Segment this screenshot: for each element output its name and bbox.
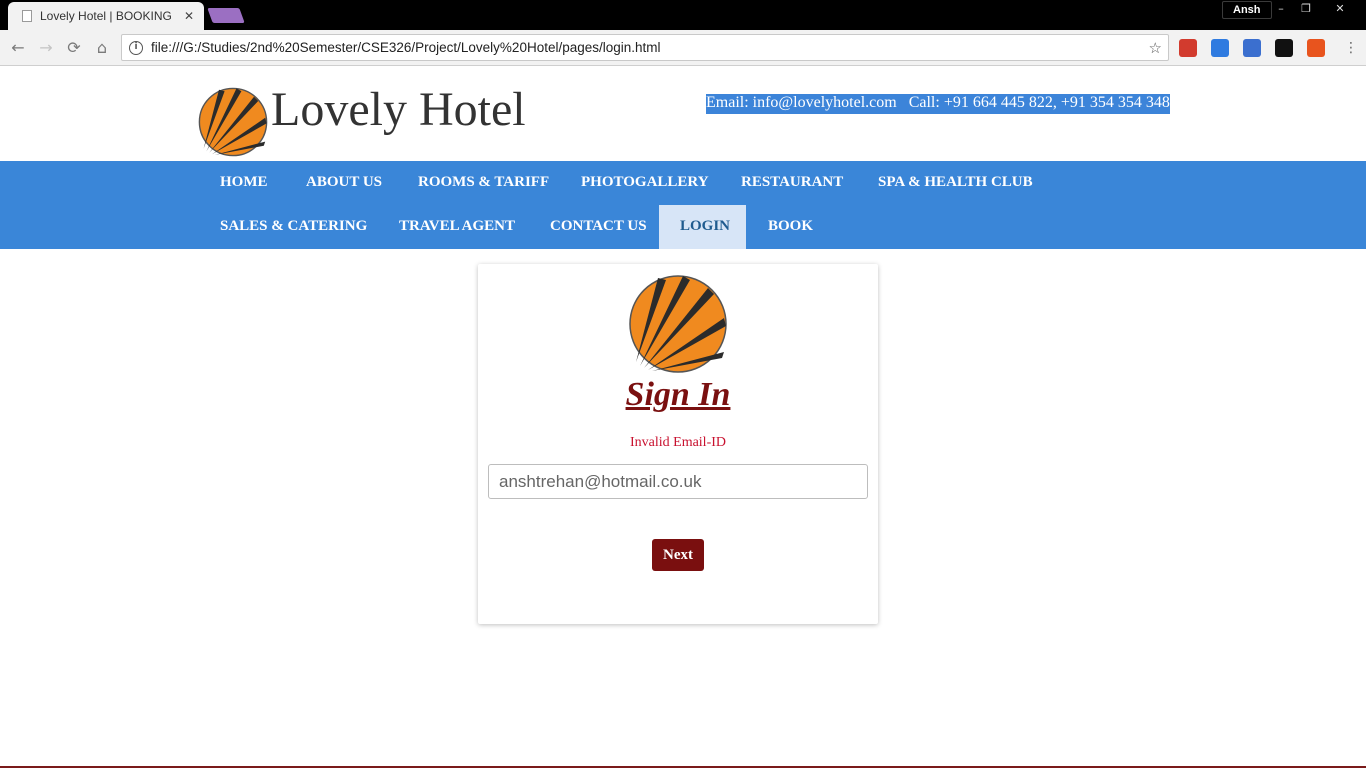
next-button[interactable]: Next xyxy=(652,539,704,571)
sign-in-heading: Sign In xyxy=(625,376,731,413)
nav-restaurant[interactable]: RESTAURANT xyxy=(720,161,864,205)
restore-icon[interactable]: ❐ xyxy=(1291,0,1321,20)
close-window-icon[interactable]: ✕ xyxy=(1325,0,1355,20)
sync-extension-icon[interactable] xyxy=(1243,39,1261,57)
fire-extension-icon[interactable] xyxy=(1307,39,1325,57)
contact-info: Email: info@lovelyhotel.com Call: +91 664… xyxy=(706,94,1170,114)
url-text[interactable]: file:///G:/Studies/2nd%20Semester/CSE326… xyxy=(151,40,1149,55)
back-icon[interactable]: ← xyxy=(6,36,30,60)
hotel-logo-icon[interactable] xyxy=(198,87,268,157)
tab-title: Lovely Hotel | BOOKING xyxy=(40,9,172,23)
browser-menu-icon[interactable]: ⋮ xyxy=(1344,38,1358,58)
nav-travel-agent[interactable]: TRAVEL AGENT xyxy=(378,205,536,249)
contact-email: Email: info@lovelyhotel.com xyxy=(706,94,897,111)
nav-spa-health-club[interactable]: SPA & HEALTH CLUB xyxy=(857,161,1054,205)
new-tab-button[interactable] xyxy=(207,8,245,23)
square-extension-icon[interactable] xyxy=(1275,39,1293,57)
main-navbar: HOME ABOUT US ROOMS & TARIFF PHOTOGALLER… xyxy=(0,161,1366,249)
contact-phone: Call: +91 664 445 822, +91 354 354 348 xyxy=(908,94,1170,111)
nav-sales-catering[interactable]: SALES & CATERING xyxy=(199,205,388,249)
email-field[interactable] xyxy=(488,464,868,499)
browser-tab[interactable]: Lovely Hotel | BOOKING ✕ xyxy=(8,2,204,30)
login-card: Sign In Invalid Email-ID Next xyxy=(478,264,878,624)
nav-rooms-tariff[interactable]: ROOMS & TARIFF xyxy=(397,161,570,205)
bookmark-star-icon[interactable]: ☆ xyxy=(1149,39,1162,57)
reload-icon[interactable]: ⟳ xyxy=(62,36,86,60)
nav-photogallery[interactable]: PHOTOGALLERY xyxy=(560,161,730,205)
nav-book[interactable]: BOOK xyxy=(747,205,834,249)
profile-button[interactable]: Ansh xyxy=(1222,1,1272,19)
address-bar[interactable]: i file:///G:/Studies/2nd%20Semester/CSE3… xyxy=(121,34,1169,61)
stop-hand-extension-icon[interactable] xyxy=(1179,39,1197,57)
forward-icon[interactable]: → xyxy=(34,36,58,60)
info-icon[interactable]: i xyxy=(129,40,143,55)
hotel-logo-icon xyxy=(629,275,727,373)
browser-titlebar: Lovely Hotel | BOOKING ✕ Ansh – ❐ ✕ xyxy=(0,0,1366,30)
nav-about-us[interactable]: ABOUT US xyxy=(285,161,403,205)
browser-toolbar: ← → ⟳ ⌂ i file:///G:/Studies/2nd%20Semes… xyxy=(0,30,1366,66)
tab-close-icon[interactable]: ✕ xyxy=(184,9,194,23)
nav-login[interactable]: LOGIN xyxy=(659,205,746,249)
site-title[interactable]: Lovely Hotel xyxy=(271,82,526,137)
shield-extension-icon[interactable] xyxy=(1211,39,1229,57)
home-icon[interactable]: ⌂ xyxy=(90,36,114,60)
site-header: Lovely Hotel Email: info@lovelyhotel.com… xyxy=(0,67,1366,161)
nav-home[interactable]: HOME xyxy=(199,161,289,205)
error-message: Invalid Email-ID xyxy=(629,435,727,450)
nav-contact-us[interactable]: CONTACT US xyxy=(529,205,668,249)
page-icon xyxy=(22,10,32,22)
